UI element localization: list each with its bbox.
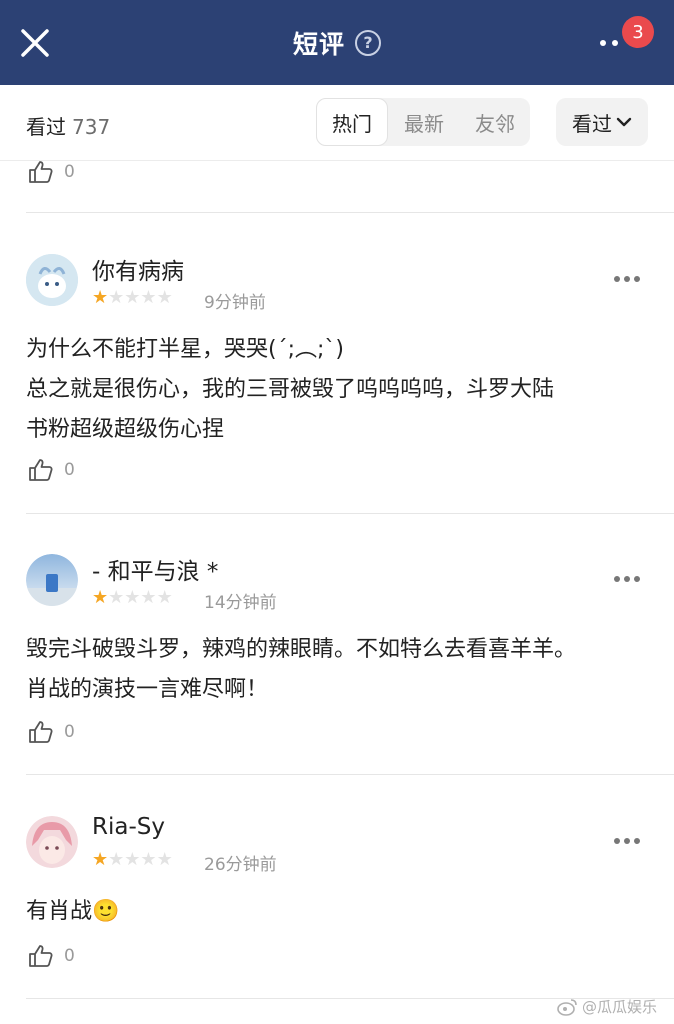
close-icon bbox=[21, 29, 49, 57]
star-empty-icon: ★ bbox=[156, 849, 173, 870]
tab-latest[interactable]: 最新 bbox=[388, 98, 460, 146]
like-button[interactable]: 0 bbox=[28, 720, 75, 744]
more-dots-icon-dot bbox=[634, 838, 640, 844]
like-button[interactable]: 0 bbox=[28, 458, 75, 482]
status-dropdown-label: 看过 bbox=[572, 111, 612, 136]
review-more-button[interactable] bbox=[614, 274, 642, 284]
star-empty-icon: ★ bbox=[124, 287, 141, 308]
more-dots-icon-dot bbox=[624, 576, 630, 582]
like-count: 0 bbox=[64, 722, 75, 742]
avatar-image bbox=[26, 816, 78, 868]
review-more-button[interactable] bbox=[614, 574, 642, 584]
more-dots-icon-dot bbox=[624, 838, 630, 844]
review-time: 26分钟前 bbox=[204, 855, 277, 875]
star-rating: ★ ★ ★ ★ ★ bbox=[92, 588, 173, 608]
username[interactable]: 你有病病 bbox=[92, 252, 184, 286]
divider bbox=[26, 774, 674, 775]
more-dots-icon-dot bbox=[624, 276, 630, 282]
top-nav-bar: 短评 ? 3 bbox=[0, 0, 674, 85]
more-dots-icon-dot bbox=[634, 276, 640, 282]
review-line: 毁完斗破毁斗罗，辣鸡的辣眼睛。不如特么去看喜羊羊。 bbox=[26, 637, 577, 662]
star-empty-icon: ★ bbox=[140, 587, 157, 608]
star-filled-icon: ★ bbox=[92, 849, 109, 870]
star-empty-icon: ★ bbox=[124, 587, 141, 608]
chevron-down-icon bbox=[616, 117, 632, 127]
review-more-button[interactable] bbox=[614, 836, 642, 846]
watched-count: 看过 737 bbox=[26, 111, 110, 140]
like-count: 0 bbox=[64, 162, 75, 182]
review-time: 14分钟前 bbox=[204, 593, 277, 613]
close-button[interactable] bbox=[18, 26, 52, 60]
star-empty-icon: ★ bbox=[108, 849, 125, 870]
review-text: 毁完斗破毁斗罗，辣鸡的辣眼睛。不如特么去看喜羊羊。 肖战的演技一言难尽啊！ bbox=[26, 630, 656, 710]
notification-badge: 3 bbox=[622, 16, 654, 48]
star-rating: ★ ★ ★ ★ ★ bbox=[92, 850, 173, 870]
page-title: 短评 bbox=[292, 29, 345, 59]
avatar[interactable] bbox=[26, 554, 78, 606]
star-empty-icon: ★ bbox=[156, 287, 173, 308]
review-line: 为什么不能打半星，哭哭(´;︵;`) bbox=[26, 337, 344, 362]
review-line: 书粉超级超级伤心捏 bbox=[26, 417, 225, 442]
review-line: 肖战的演技一言难尽啊！ bbox=[26, 677, 269, 702]
review-line: 有肖战🙂 bbox=[26, 899, 120, 924]
thumbs-up-icon bbox=[29, 459, 53, 481]
filter-bar: 看过 737 热门 最新 友邻 看过 bbox=[0, 85, 674, 161]
more-dots-icon-dot bbox=[612, 40, 618, 46]
status-dropdown[interactable]: 看过 bbox=[556, 98, 648, 146]
like-count: 0 bbox=[64, 460, 75, 480]
avatar[interactable] bbox=[26, 816, 78, 868]
tab-hot[interactable]: 热门 bbox=[316, 98, 388, 146]
watched-label: 看过 bbox=[26, 115, 66, 139]
review-text: 有肖战🙂 bbox=[26, 892, 656, 932]
sort-segmented-control: 热门 最新 友邻 bbox=[316, 98, 530, 146]
star-empty-icon: ★ bbox=[140, 849, 157, 870]
watermark-text: @瓜瓜娱乐 bbox=[582, 998, 658, 1016]
star-empty-icon: ★ bbox=[108, 587, 125, 608]
avatar-image bbox=[26, 554, 78, 606]
star-rating: ★ ★ ★ ★ ★ bbox=[92, 288, 173, 308]
more-dots-icon bbox=[614, 576, 620, 582]
star-filled-icon: ★ bbox=[92, 287, 109, 308]
thumbs-up-icon bbox=[29, 161, 53, 183]
like-button[interactable]: 0 bbox=[28, 944, 75, 968]
thumbs-up-icon bbox=[29, 945, 53, 967]
divider bbox=[26, 513, 674, 514]
username[interactable]: - 和平与浪 * bbox=[92, 552, 218, 586]
more-dots-icon bbox=[600, 40, 606, 46]
star-empty-icon: ★ bbox=[108, 287, 125, 308]
more-dots-icon bbox=[614, 838, 620, 844]
star-empty-icon: ★ bbox=[140, 287, 157, 308]
review-line: 总之就是很伤心，我的三哥被毁了呜呜呜呜，斗罗大陆 bbox=[26, 377, 555, 402]
star-empty-icon: ★ bbox=[124, 849, 141, 870]
like-button[interactable]: 0 bbox=[28, 160, 75, 184]
watermark: @瓜瓜娱乐 bbox=[556, 996, 657, 1017]
review-text: 为什么不能打半星，哭哭(´;︵;`) 总之就是很伤心，我的三哥被毁了呜呜呜呜，斗… bbox=[26, 330, 656, 450]
watched-number: 737 bbox=[72, 115, 111, 139]
avatar-image bbox=[26, 254, 78, 306]
question-circle-icon[interactable]: ? bbox=[355, 29, 381, 56]
like-count: 0 bbox=[64, 946, 75, 966]
tab-friends[interactable]: 友邻 bbox=[460, 98, 530, 146]
thumbs-up-icon bbox=[29, 721, 53, 743]
star-empty-icon: ★ bbox=[156, 587, 173, 608]
more-dots-icon bbox=[614, 276, 620, 282]
weibo-icon bbox=[557, 998, 577, 1016]
star-filled-icon: ★ bbox=[92, 587, 109, 608]
avatar[interactable] bbox=[26, 254, 78, 306]
username[interactable]: Ria-Sy bbox=[92, 814, 165, 840]
review-time: 9分钟前 bbox=[204, 293, 266, 313]
more-dots-icon-dot bbox=[634, 576, 640, 582]
divider bbox=[26, 212, 674, 213]
